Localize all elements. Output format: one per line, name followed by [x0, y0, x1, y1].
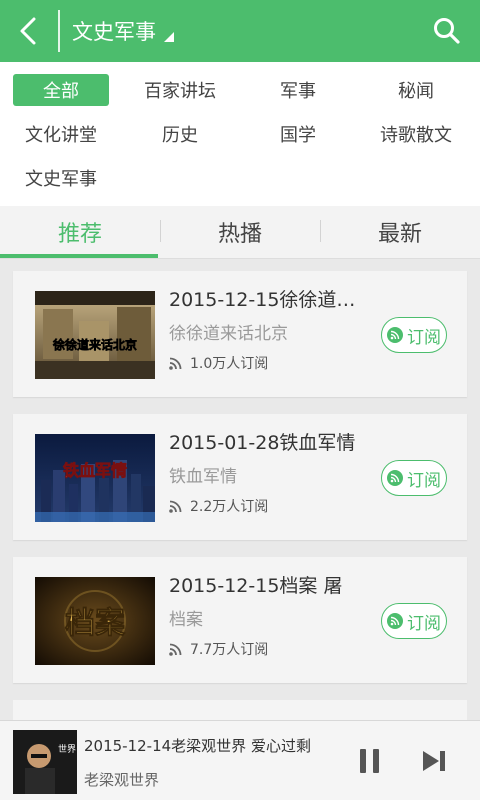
program-card[interactable]: 徐徐道来话北京 2015-12-15徐徐道来话北京 徐徐道来话北京 1.0万人订…	[13, 271, 467, 397]
subscriber-count: 2.2万人订阅	[169, 496, 268, 516]
category-culture-lecture[interactable]: 文化讲堂	[13, 118, 109, 150]
chevron-left-icon	[20, 17, 36, 45]
subscribe-label: 订阅	[407, 327, 441, 348]
subscribe-button[interactable]: 订阅	[381, 603, 447, 639]
program-subtitle: 档案	[169, 610, 203, 630]
category-history[interactable]: 历史	[132, 118, 228, 150]
tab-bar: 推荐 热播 最新	[0, 206, 480, 259]
program-title: 2015-01-28铁血军情	[169, 432, 356, 454]
thumbnail-caption: 徐徐道来话北京	[52, 337, 137, 352]
subscriber-count-text: 7.7万人订阅	[190, 642, 269, 658]
subscriber-count-text: 1.0万人订阅	[190, 356, 269, 372]
rss-circle-icon	[387, 470, 403, 486]
player-title: 2015-12-14老梁观世界 爱心过剩	[84, 737, 311, 755]
rss-circle-icon	[387, 327, 403, 343]
program-card[interactable]: 档案 2015-12-15档案 屠 档案 7.7万人订阅 订阅	[13, 557, 467, 683]
program-subtitle: 徐徐道来话北京	[169, 324, 288, 344]
pause-icon	[360, 749, 379, 773]
next-track-button[interactable]	[414, 741, 454, 781]
category-baijia[interactable]: 百家讲坛	[132, 74, 228, 106]
program-title: 2015-12-15档案 屠	[169, 575, 343, 597]
header-divider	[58, 10, 60, 52]
subscribe-label: 订阅	[407, 470, 441, 491]
player-subtitle: 老梁观世界	[84, 771, 160, 789]
tab-bar-border	[0, 258, 480, 259]
player-thumbnail-caption: 世界	[58, 743, 76, 755]
thumbnail-caption: 档案	[65, 606, 126, 641]
category-secrets[interactable]: 秘闻	[368, 74, 464, 106]
category-all[interactable]: 全部	[13, 74, 109, 106]
dropdown-caret-icon	[164, 32, 174, 42]
rss-icon	[169, 357, 182, 370]
program-card[interactable]: 铁血军情 2015-01-28铁血军情 铁血军情 2.2万人订阅 订阅	[13, 414, 467, 540]
mini-player[interactable]: 世界 2015-12-14老梁观世界 爱心过剩 老梁观世界	[0, 720, 480, 800]
pause-button[interactable]	[350, 741, 390, 781]
rss-icon	[169, 643, 182, 656]
category-military[interactable]: 军事	[250, 74, 346, 106]
subscriber-count-text: 2.2万人订阅	[190, 499, 269, 515]
category-history-military[interactable]: 文史军事	[13, 162, 109, 194]
subscriber-count: 7.7万人订阅	[169, 639, 268, 659]
search-icon	[434, 18, 460, 44]
rss-circle-icon	[387, 613, 403, 629]
subscriber-count: 1.0万人订阅	[169, 353, 268, 373]
tab-recommended[interactable]: 推荐	[0, 206, 160, 258]
thumbnail-caption: 铁血军情	[63, 461, 127, 480]
category-sinology[interactable]: 国学	[250, 118, 346, 150]
top-bar: 文史军事	[0, 0, 480, 62]
program-subtitle: 铁血军情	[169, 467, 237, 487]
page-title: 文史军事	[72, 20, 156, 44]
rss-icon	[169, 500, 182, 513]
category-poetry[interactable]: 诗歌散文	[368, 118, 464, 150]
subscribe-button[interactable]: 订阅	[381, 317, 447, 353]
back-button[interactable]	[0, 0, 56, 62]
player-thumbnail: 世界	[13, 730, 77, 794]
skip-next-icon	[423, 751, 445, 771]
subscribe-label: 订阅	[407, 613, 441, 634]
tab-hot[interactable]: 热播	[160, 206, 320, 258]
program-thumbnail: 铁血军情	[35, 434, 155, 522]
program-thumbnail: 徐徐道来话北京	[35, 291, 155, 379]
subscribe-button[interactable]: 订阅	[381, 460, 447, 496]
program-title: 2015-12-15徐徐道来话北京	[169, 289, 369, 311]
category-dropdown[interactable]: 文史军事	[72, 0, 174, 62]
category-panel: 全部 百家讲坛 军事 秘闻 文化讲堂 历史 国学 诗歌散文 文史军事	[0, 62, 480, 206]
tab-latest[interactable]: 最新	[320, 206, 480, 258]
search-button[interactable]	[424, 8, 470, 54]
program-thumbnail: 档案	[35, 577, 155, 665]
